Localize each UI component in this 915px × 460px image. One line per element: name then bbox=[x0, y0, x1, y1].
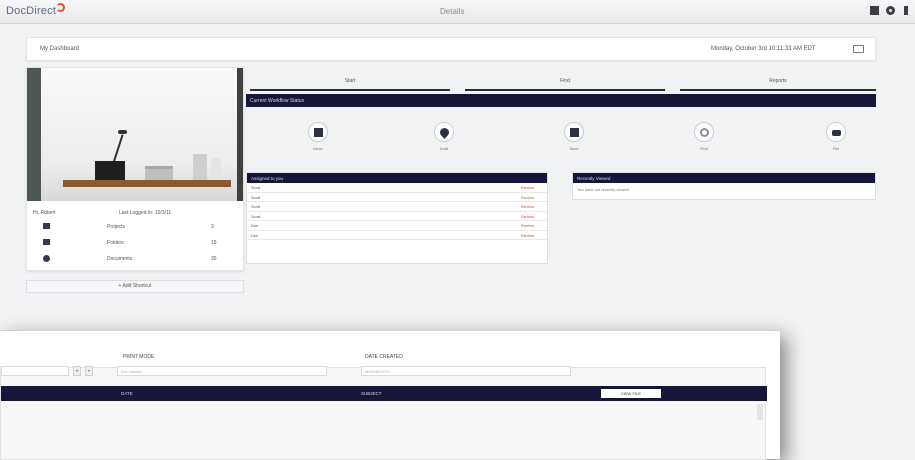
column-header[interactable]: DATE bbox=[121, 391, 133, 396]
table-row: Scott Review bbox=[247, 212, 547, 221]
stat-count: 35 bbox=[211, 256, 217, 262]
search-panel: PRINT MODE DATE CREATED ▾ ▾ File Upload … bbox=[0, 354, 767, 460]
print-mode-select[interactable]: File Upload bbox=[117, 366, 327, 376]
chevron-down-icon[interactable]: ▾ bbox=[73, 366, 81, 376]
app-topbar: DocDirect Details bbox=[0, 0, 915, 24]
brand-swirl-icon bbox=[56, 3, 65, 12]
review-link[interactable]: Review bbox=[521, 223, 534, 228]
drop-icon bbox=[438, 126, 451, 139]
stat-label: Documents bbox=[107, 256, 133, 262]
workflow-inbox[interactable]: Inbox bbox=[298, 122, 338, 156]
assigned-panel: Assigned to you Scott Review Scott Revie… bbox=[246, 172, 548, 264]
tab-find[interactable]: Find bbox=[465, 77, 665, 91]
table-row: Dee Review bbox=[247, 221, 547, 231]
page-title: My Dashboard bbox=[40, 46, 80, 52]
stat-label: Projects bbox=[107, 224, 126, 230]
profile-card: Hi, Robert Last Logged In: 10/3/11 Proje… bbox=[26, 67, 244, 271]
search-input[interactable] bbox=[1, 366, 69, 376]
recently-viewed-empty: You have not recently viewed bbox=[577, 187, 629, 192]
search-results-window: PRINT MODE DATE CREATED ▾ ▾ File Upload … bbox=[0, 330, 780, 460]
search-icon bbox=[700, 128, 709, 137]
user-greeting: Hi, Robert bbox=[33, 210, 56, 216]
document-icon bbox=[314, 128, 323, 137]
assignee-name: Scott bbox=[251, 204, 261, 209]
folder-icon bbox=[43, 239, 50, 245]
workflow-label: Save bbox=[569, 146, 579, 151]
stat-count: 15 bbox=[211, 240, 217, 246]
document-icon bbox=[43, 255, 50, 262]
logout-icon[interactable] bbox=[853, 45, 864, 53]
document-icon[interactable] bbox=[870, 6, 879, 15]
column-header[interactable]: SUBJECT bbox=[361, 391, 382, 396]
review-link[interactable]: Review bbox=[521, 214, 534, 219]
review-link[interactable]: Review bbox=[521, 195, 534, 200]
profile-photo bbox=[27, 68, 243, 201]
brand-logo[interactable]: DocDirect bbox=[6, 5, 56, 17]
workflow-status-header: Current Workflow Status bbox=[246, 94, 876, 107]
camera-icon bbox=[832, 130, 841, 136]
assignee-name: Scott bbox=[251, 194, 261, 200]
stat-label: Folders bbox=[107, 240, 124, 246]
workflow-file[interactable]: File bbox=[816, 122, 856, 156]
assignee-name: Scott bbox=[251, 185, 261, 190]
assignee-name: Scott bbox=[251, 213, 261, 219]
stat-projects[interactable]: Projects 3 bbox=[27, 220, 243, 236]
filter-label: DATE CREATED bbox=[365, 354, 403, 360]
scrollbar[interactable] bbox=[757, 404, 763, 420]
review-link[interactable]: Review bbox=[521, 204, 534, 209]
add-shortcut-button[interactable]: + Add Shortcut bbox=[26, 280, 244, 293]
table-row: Scott Review bbox=[247, 202, 547, 212]
save-icon bbox=[570, 128, 579, 137]
tab-reports[interactable]: Reports bbox=[680, 77, 876, 91]
table-row: Scott Review bbox=[247, 193, 547, 202]
results-header: DATE SUBJECT VIEW FILE bbox=[1, 386, 767, 401]
briefcase-icon bbox=[43, 223, 50, 229]
table-row: Scott Review bbox=[247, 183, 547, 193]
info-icon[interactable] bbox=[904, 6, 908, 15]
filter-label: PRINT MODE bbox=[123, 354, 155, 360]
stat-documents[interactable]: Documents 35 bbox=[27, 252, 243, 268]
assignee-name: Dee bbox=[251, 223, 259, 228]
assignee-name: Dee bbox=[251, 232, 259, 238]
review-link[interactable]: Review bbox=[521, 233, 534, 238]
workflow-draft[interactable]: Draft bbox=[424, 122, 464, 156]
recently-viewed-title: Recently Viewed bbox=[573, 173, 875, 183]
recently-viewed-panel: Recently Viewed You have not recently vi… bbox=[572, 172, 876, 200]
workflow-label: Draft bbox=[439, 146, 449, 151]
date-created-field[interactable]: MM/DD/YYYY bbox=[361, 366, 571, 376]
stat-count: 3 bbox=[211, 224, 214, 230]
workflow-label: Inbox bbox=[313, 146, 323, 151]
workflow-save[interactable]: Save bbox=[554, 122, 594, 156]
assigned-title: Assigned to you bbox=[247, 173, 547, 183]
gear-icon[interactable] bbox=[886, 6, 895, 15]
main-tabs: Start Find Reports bbox=[250, 77, 876, 91]
table-row: Dee Review bbox=[247, 231, 547, 240]
workflow-label: File bbox=[832, 146, 840, 151]
chevron-down-icon[interactable]: ▾ bbox=[85, 366, 93, 376]
review-link[interactable]: Review bbox=[521, 185, 534, 190]
last-logged-in: Last Logged In: 10/3/11 bbox=[119, 210, 172, 216]
current-date: Monday, October 3rd 10:11:33 AM EDT bbox=[711, 46, 816, 52]
workflow-find[interactable]: Find bbox=[684, 122, 724, 156]
stat-folders[interactable]: Folders 15 bbox=[27, 236, 243, 252]
dashboard-header: My Dashboard Monday, October 3rd 10:11:3… bbox=[26, 37, 876, 61]
workflow-label: Find bbox=[700, 146, 708, 151]
nav-title[interactable]: Details bbox=[440, 7, 464, 16]
tab-start[interactable]: Start bbox=[250, 77, 450, 91]
view-file-button[interactable]: VIEW FILE bbox=[601, 389, 661, 398]
